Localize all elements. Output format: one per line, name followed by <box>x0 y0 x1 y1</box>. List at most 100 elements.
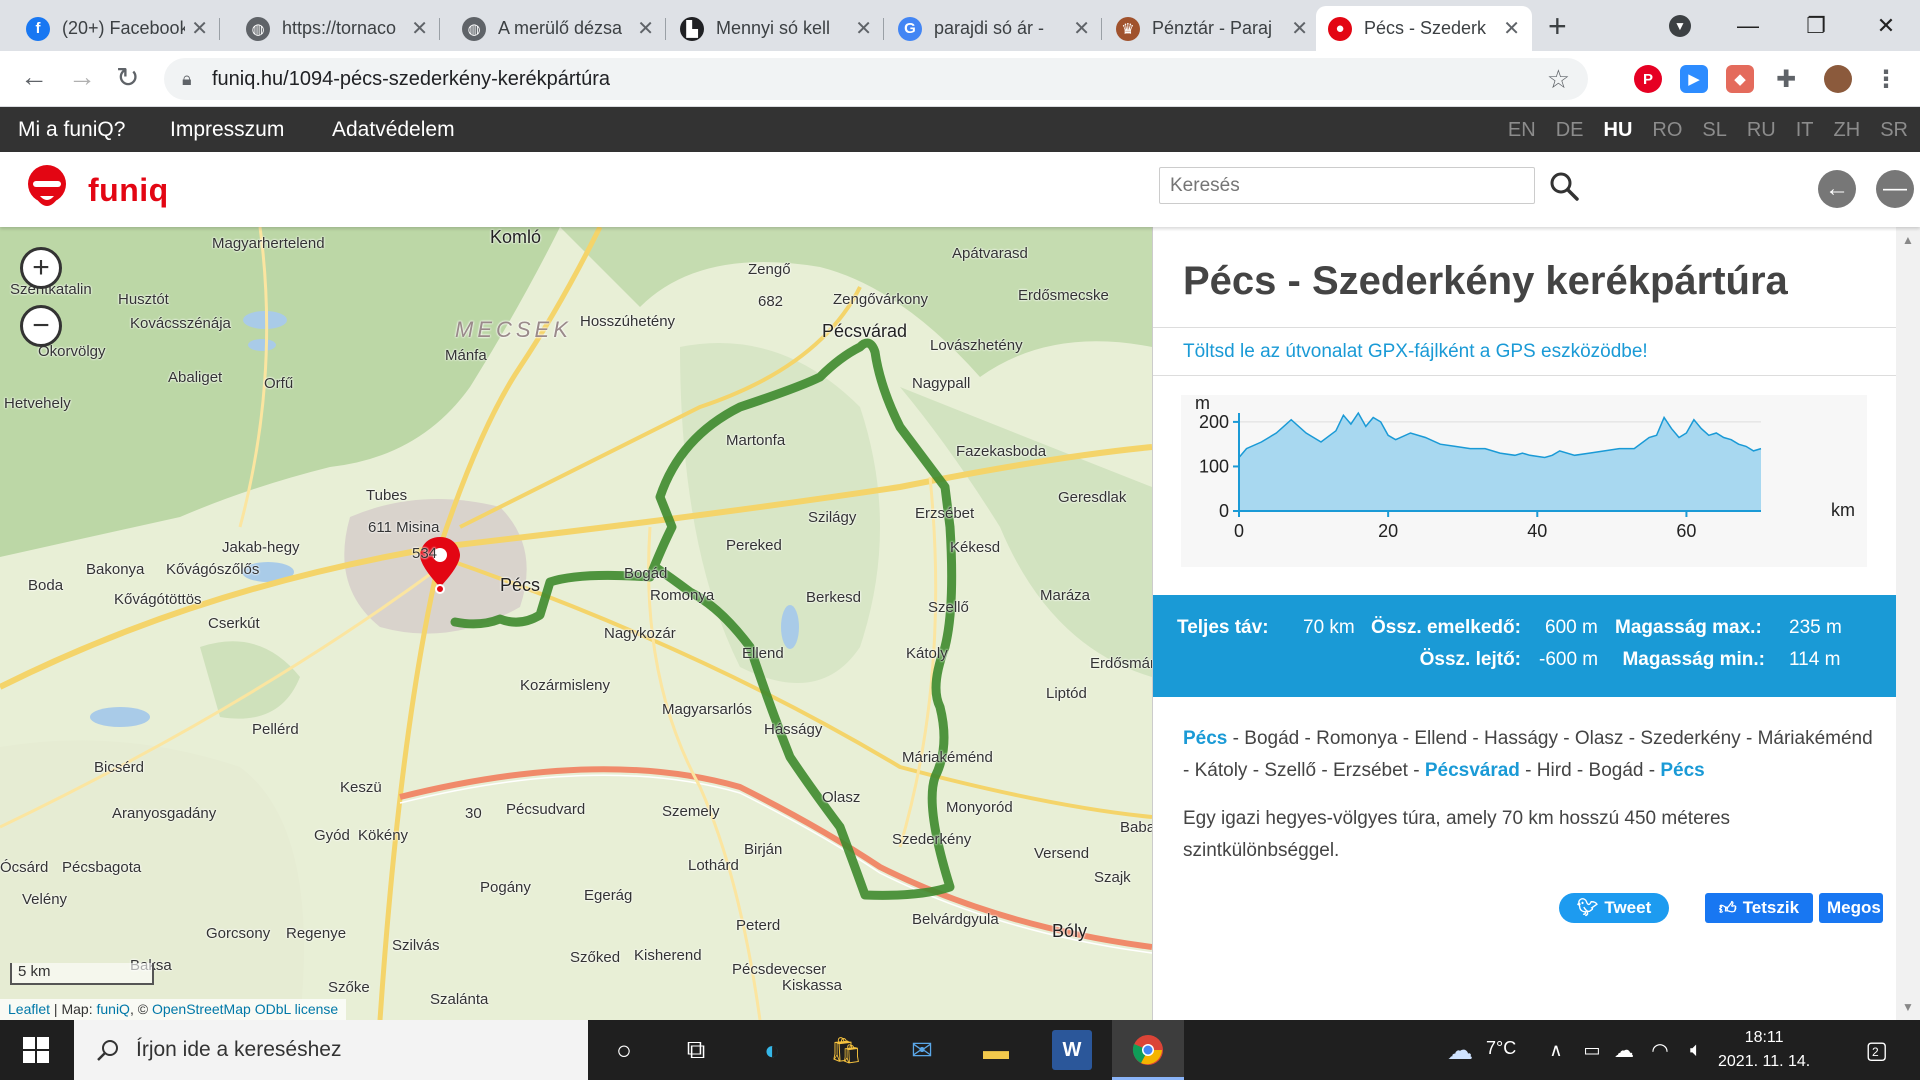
route-stop[interactable]: Pécs <box>1183 728 1227 749</box>
site-search-input[interactable] <box>1159 167 1535 204</box>
map-label: Geresdlak <box>1058 489 1127 506</box>
google-icon: G <box>898 16 922 41</box>
close-tab-icon[interactable]: ✕ <box>1073 16 1090 41</box>
browser-tab[interactable]: ♛ Pénztár - Paraj ✕ <box>1104 6 1320 51</box>
store-icon[interactable]: 🛍︎ <box>826 1030 866 1070</box>
close-tab-icon[interactable]: ✕ <box>637 16 654 41</box>
search-icon[interactable] <box>1548 170 1580 202</box>
weather-cloud-icon[interactable]: ☁ <box>1440 1030 1480 1070</box>
browser-tab[interactable]: ◍ https://tornaco ✕ <box>234 6 440 51</box>
browser-tab[interactable]: ◍ A merülő dézsa ✕ <box>450 6 666 51</box>
browser-tab-active[interactable]: ● Pécs - Szederk ✕ <box>1316 6 1532 51</box>
map-label: Szemely <box>662 803 720 820</box>
browser-tab[interactable]: G parajdi só ár - ✕ <box>886 6 1102 51</box>
map-label: Keszü <box>340 779 382 796</box>
route-stop[interactable]: Pécsvárad <box>1425 760 1520 781</box>
close-tab-icon[interactable]: ✕ <box>191 16 208 41</box>
lang-zh[interactable]: ZH <box>1834 119 1861 142</box>
zoom-out-button[interactable]: − <box>20 305 62 347</box>
route-stop: Szederkény <box>1640 728 1741 749</box>
route-stop[interactable]: Pécs <box>1660 760 1704 781</box>
file-explorer-icon[interactable]: ▬ <box>976 1030 1016 1070</box>
browser-tab[interactable]: ▙ Mennyi só kell ✕ <box>668 6 884 51</box>
lang-hu[interactable]: HU <box>1604 119 1633 142</box>
system-clock[interactable]: 18:11 2021. 11. 14. <box>1718 1026 1810 1074</box>
avatar[interactable] <box>1824 65 1852 93</box>
edge-icon[interactable]: ◐ <box>752 1030 792 1070</box>
address-bar[interactable]: 🔒︎ funiq.hu/1094-pécs-szederkény-kerékpá… <box>164 58 1588 100</box>
leaflet-link[interactable]: Leaflet <box>8 1001 50 1017</box>
lang-en[interactable]: EN <box>1508 119 1536 142</box>
menu-mi-a-funiq[interactable]: Mi a funiQ? <box>18 118 125 142</box>
word-icon[interactable]: W <box>1052 1030 1092 1070</box>
divider <box>1153 375 1897 376</box>
route-stop: Hasságy <box>1484 728 1558 749</box>
windows-start-button[interactable] <box>0 1020 72 1080</box>
chevron-up-icon[interactable]: ∧ <box>1536 1030 1576 1070</box>
odbl-link[interactable]: ODbL license <box>255 1001 339 1017</box>
new-tab-plus-icon[interactable]: + <box>1548 8 1567 45</box>
share-button[interactable]: Megos <box>1819 893 1883 923</box>
tweet-button[interactable]: 🐦︎ Tweet <box>1559 893 1669 923</box>
mail-icon[interactable]: ✉ <box>902 1030 942 1070</box>
wifi-icon[interactable]: ◠ <box>1640 1030 1680 1070</box>
route-stop: Erzsébet <box>1332 760 1408 781</box>
lang-ru[interactable]: RU <box>1747 119 1776 142</box>
close-tab-icon[interactable]: ✕ <box>855 16 872 41</box>
close-tab-icon[interactable]: ✕ <box>1291 16 1308 41</box>
extensions-puzzle-icon[interactable]: ✚ <box>1772 65 1800 93</box>
scroll-down-icon[interactable]: ▼ <box>1902 1000 1914 1014</box>
menu-adatvedelem[interactable]: Adatvédelem <box>332 118 455 142</box>
lang-de[interactable]: DE <box>1556 119 1584 142</box>
restore-icon[interactable]: ❐ <box>1786 0 1846 51</box>
map-label: Szellő <box>928 599 969 616</box>
funiq-link[interactable]: funiQ <box>96 1001 129 1017</box>
taskbar-search-box[interactable]: Írjon ide a kereséshez <box>74 1020 588 1080</box>
extension-badge-icon[interactable]: ◆ <box>1726 65 1754 93</box>
gpx-download-link[interactable]: Töltsd le az útvonalat GPX-fájlként a GP… <box>1183 341 1648 363</box>
bookmark-star-icon[interactable]: ☆ <box>1547 64 1570 95</box>
lang-sl[interactable]: SL <box>1702 119 1726 142</box>
speaker-icon[interactable]: 🔈︎ <box>1676 1030 1716 1070</box>
lock-icon[interactable]: 🔒︎ <box>182 69 192 90</box>
map-label: Kékesd <box>950 539 1001 556</box>
pinterest-icon[interactable]: P <box>1634 65 1662 93</box>
lang-sr[interactable]: SR <box>1880 119 1908 142</box>
notification-icon[interactable]: ▢ 2 <box>1852 1030 1892 1070</box>
map-label: Cserkút <box>208 615 260 632</box>
reload-icon[interactable]: ↻ <box>116 61 139 94</box>
route-stop: Olasz <box>1574 728 1624 749</box>
onedrive-cloud-icon[interactable]: ☁ <box>1604 1030 1644 1070</box>
collapse-circle-icon[interactable]: — <box>1876 170 1914 208</box>
map-label: Szőked <box>570 949 621 966</box>
minimize-icon[interactable]: — <box>1718 0 1778 51</box>
thumbs-up-icon: 👍︎ <box>1718 898 1737 918</box>
browser-menu-icon[interactable]: ⋮ <box>1872 65 1900 93</box>
browser-tab[interactable]: f (20+) Facebook ✕ <box>14 6 220 51</box>
weather-temperature[interactable]: 7°C <box>1486 1038 1516 1059</box>
map-label: Erzsébet <box>915 505 975 522</box>
map-view[interactable]: Komló Magyarhertelend Szentkatalin Husztót K… <box>0 227 1152 1020</box>
lang-ro[interactable]: RO <box>1652 119 1682 142</box>
back-arrow-icon[interactable]: ← <box>20 61 48 93</box>
zoom-icon[interactable]: ▶ <box>1680 65 1708 93</box>
lang-it[interactable]: IT <box>1796 119 1814 142</box>
tab-search-chevron-icon[interactable]: ▼ <box>1650 0 1710 51</box>
taskbar-search-placeholder: Írjon ide a kereséshez <box>136 1038 342 1061</box>
chrome-icon[interactable] <box>1128 1030 1168 1070</box>
task-view-icon[interactable]: ⧉ <box>676 1030 716 1070</box>
scroll-up-icon[interactable]: ▲ <box>1902 233 1914 247</box>
panel-scrollbar[interactable]: ▲ ▼ <box>1896 227 1920 1020</box>
menu-impresszum[interactable]: Impresszum <box>170 118 284 142</box>
close-window-icon[interactable]: ✕ <box>1856 0 1916 51</box>
funiq-logo[interactable]: funiq <box>24 164 169 216</box>
back-circle-icon[interactable]: ← <box>1818 170 1856 208</box>
like-button[interactable]: 👍︎ Tetszik <box>1705 893 1813 923</box>
close-tab-icon[interactable]: ✕ <box>1503 16 1520 41</box>
zoom-in-button[interactable]: + <box>20 247 62 289</box>
osm-link[interactable]: OpenStreetMap <box>152 1001 251 1017</box>
close-tab-icon[interactable]: ✕ <box>411 16 428 41</box>
cortana-icon[interactable]: ○ <box>604 1030 644 1070</box>
forward-arrow-icon[interactable]: → <box>68 61 96 93</box>
address-url[interactable]: funiq.hu/1094-pécs-szederkény-kerékpártú… <box>212 68 610 91</box>
